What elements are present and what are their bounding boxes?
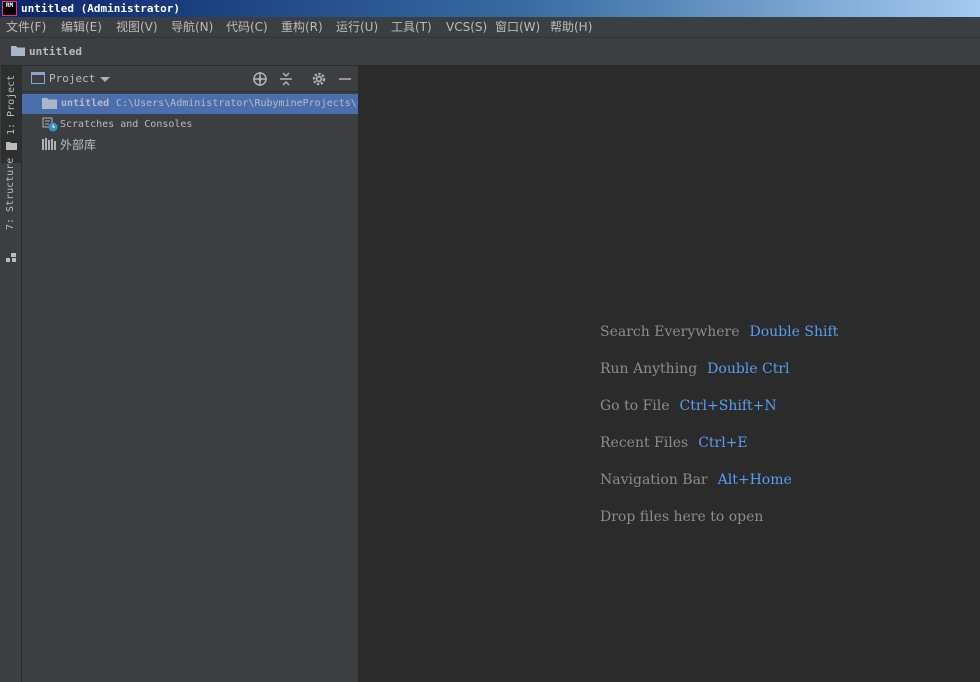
window-title-bar[interactable]: RM untitled (Administrator) xyxy=(0,0,980,17)
locate-icon[interactable] xyxy=(251,70,269,88)
library-icon xyxy=(42,138,56,150)
hint-action: Recent Files xyxy=(600,435,689,451)
menu-run[interactable]: 运行(U) xyxy=(336,17,378,38)
tree-row-scratches[interactable]: Scratches and Consoles xyxy=(22,115,358,135)
folder-icon xyxy=(42,98,57,109)
tree-row-external-libraries[interactable]: 外部库 xyxy=(22,135,358,155)
left-tool-strip: 1: Project 7: Structure xyxy=(0,66,22,682)
hint-shortcut: Double Ctrl xyxy=(707,361,790,377)
project-view-selector[interactable]: Project xyxy=(49,66,95,92)
hint-navigation-bar: Navigation Bar Alt+Home xyxy=(600,470,792,490)
folder-icon xyxy=(11,46,25,56)
hint-go-to-file: Go to File Ctrl+Shift+N xyxy=(600,396,777,416)
hint-action: Navigation Bar xyxy=(600,472,708,488)
scratches-icon xyxy=(42,117,58,132)
menu-window[interactable]: 窗口(W) xyxy=(495,17,540,38)
tab-project[interactable]: 1: Project xyxy=(1,66,21,163)
hint-search-everywhere: Search Everywhere Double Shift xyxy=(600,322,838,342)
chevron-down-icon[interactable] xyxy=(100,77,110,82)
hint-drop-files: Drop files here to open xyxy=(600,507,763,527)
tree-row-project-root[interactable]: untitled C:\Users\Administrator\Rubymine… xyxy=(22,94,358,114)
minimize-icon[interactable] xyxy=(336,70,354,88)
menu-navigate[interactable]: 导航(N) xyxy=(171,17,213,38)
menu-vcs[interactable]: VCS(S) xyxy=(446,17,487,38)
hint-shortcut: Ctrl+Shift+N xyxy=(679,398,777,414)
menu-file[interactable]: 文件(F) xyxy=(6,17,46,38)
menu-edit[interactable]: 编辑(E) xyxy=(61,17,102,38)
hint-action: Go to File xyxy=(600,398,670,414)
hint-shortcut: Double Shift xyxy=(749,324,839,340)
tree-item-path: C:\Users\Administrator\RubymineProjects\… xyxy=(116,98,358,109)
navigation-bar: untitled xyxy=(0,38,980,66)
project-view-icon xyxy=(31,72,45,84)
menu-tools[interactable]: 工具(T) xyxy=(391,17,432,38)
hint-action: Run Anything xyxy=(600,361,698,377)
menu-bar: 文件(F) 编辑(E) 视图(V) 导航(N) 代码(C) 重构(R) 运行(U… xyxy=(0,17,980,38)
breadcrumb-project[interactable]: untitled xyxy=(29,38,82,66)
project-tool-window: Project untitled C:\Users\Administrator\… xyxy=(22,66,359,682)
hint-action: Drop files here to open xyxy=(600,509,764,525)
menu-code[interactable]: 代码(C) xyxy=(226,17,268,38)
menu-view[interactable]: 视图(V) xyxy=(116,17,158,38)
tree-item-name: 外部库 xyxy=(60,138,97,152)
hint-run-anything: Run Anything Double Ctrl xyxy=(600,359,790,379)
menu-refactor[interactable]: 重构(R) xyxy=(281,17,323,38)
tree-item-name: Scratches and Consoles xyxy=(60,119,193,130)
hint-shortcut: Ctrl+E xyxy=(698,435,748,451)
folder-icon xyxy=(6,142,17,150)
editor-area[interactable]: Search Everywhere Double Shift Run Anythi… xyxy=(360,66,980,682)
project-panel-header: Project xyxy=(22,66,358,92)
menu-help[interactable]: 帮助(H) xyxy=(550,17,592,38)
hint-recent-files: Recent Files Ctrl+E xyxy=(600,433,748,453)
gear-icon[interactable] xyxy=(310,70,328,88)
collapse-all-icon[interactable] xyxy=(277,70,295,88)
tree-item-name: untitled xyxy=(61,98,110,109)
hint-shortcut: Alt+Home xyxy=(717,472,792,488)
tab-project-label: 1: Project xyxy=(6,74,17,135)
structure-icon xyxy=(6,253,16,262)
window-title: untitled (Administrator) xyxy=(21,2,180,15)
rubymine-app-icon: RM xyxy=(2,1,17,16)
hint-action: Search Everywhere xyxy=(600,324,740,340)
tab-structure[interactable]: 7: Structure xyxy=(5,158,16,230)
